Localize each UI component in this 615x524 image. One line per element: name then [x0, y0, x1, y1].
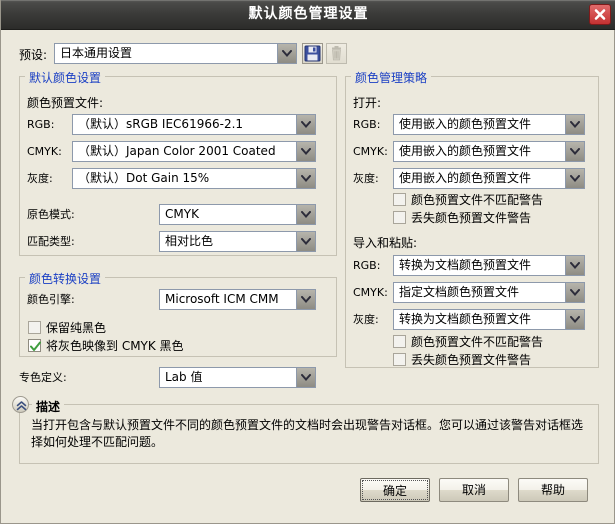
primary-mode-value: CMYK — [165, 207, 199, 221]
open-cmyk-value: 使用嵌入的颜色预置文件 — [399, 144, 532, 158]
checkbox-box — [393, 353, 406, 366]
primary-mode-combo[interactable]: CMYK — [159, 204, 316, 225]
paste-section-label: 导入和粘贴: — [353, 236, 418, 250]
delete-preset-button — [326, 43, 347, 64]
cmyk-profile-value: （默认）Japan Color 2001 Coated — [78, 144, 276, 158]
title-bar: 默认颜色管理设置 — [1, 0, 615, 30]
open-mismatch-warning-label: 颜色预置文件不匹配警告 — [411, 193, 544, 207]
chevron-down-icon[interactable] — [296, 115, 315, 134]
paste-gray-label: 灰度: — [353, 313, 379, 326]
cmyk-profile-combo[interactable]: （默认）Japan Color 2001 Coated — [72, 141, 316, 162]
profiles-label: 颜色预置文件: — [27, 96, 104, 110]
rendering-intent-combo[interactable]: 相对比色 — [159, 231, 316, 252]
chevron-down-icon[interactable] — [565, 310, 584, 329]
spot-color-label: 专色定义: — [19, 371, 67, 384]
checkbox-box — [28, 339, 41, 352]
chevron-down-icon[interactable] — [296, 142, 315, 161]
map-gray-to-cmyk-black-label: 将灰色映像到 CMYK 黑色 — [46, 339, 184, 353]
chevron-down-icon[interactable] — [296, 169, 315, 188]
chevron-down-icon[interactable] — [296, 232, 315, 251]
rendering-intent-label: 匹配类型: — [27, 235, 75, 248]
open-rgb-value: 使用嵌入的颜色预置文件 — [399, 117, 532, 131]
default-color-settings-title: 默认颜色设置 — [25, 69, 106, 86]
rendering-intent-value: 相对比色 — [165, 234, 214, 248]
checkbox-box — [28, 321, 41, 334]
open-gray-label: 灰度: — [353, 172, 379, 185]
checkbox-box — [393, 211, 406, 224]
checkbox-box — [393, 193, 406, 206]
paste-cmyk-label: CMYK: — [353, 286, 388, 299]
description-collapse-button[interactable] — [12, 396, 29, 413]
paste-cmyk-combo[interactable]: 指定文档颜色预置文件 — [393, 282, 585, 303]
paste-gray-value: 转换为文档颜色预置文件 — [399, 312, 532, 326]
spot-color-value: Lab 值 — [165, 370, 203, 384]
chevron-down-icon[interactable] — [296, 205, 315, 224]
preserve-pure-black-label: 保留纯黑色 — [46, 321, 107, 335]
chevron-down-icon[interactable] — [277, 44, 296, 63]
chevron-down-icon[interactable] — [565, 283, 584, 302]
close-button[interactable] — [589, 4, 611, 25]
description-title: 描述 — [32, 398, 65, 415]
open-cmyk-combo[interactable]: 使用嵌入的颜色预置文件 — [393, 141, 585, 162]
ok-button[interactable]: 确定 — [360, 478, 430, 502]
help-button[interactable]: 帮助 — [518, 478, 588, 502]
color-engine-value: Microsoft ICM CMM — [165, 292, 279, 306]
paste-cmyk-value: 指定文档颜色预置文件 — [399, 285, 520, 299]
chevron-down-icon[interactable] — [296, 368, 315, 387]
rgb-profile-combo[interactable]: （默认）sRGB IEC61966-2.1 — [72, 114, 316, 135]
open-rgb-label: RGB: — [353, 118, 381, 131]
paste-rgb-value: 转换为文档颜色预置文件 — [399, 258, 532, 272]
paste-rgb-label: RGB: — [353, 259, 381, 272]
gray-profile-value: （默认）Dot Gain 15% — [78, 171, 210, 185]
preset-value: 日本通用设置 — [60, 46, 133, 60]
open-missing-warning-label: 丢失颜色预置文件警告 — [411, 211, 532, 225]
chevron-down-icon[interactable] — [565, 142, 584, 161]
open-rgb-combo[interactable]: 使用嵌入的颜色预置文件 — [393, 114, 585, 135]
preset-combo[interactable]: 日本通用设置 — [54, 43, 297, 64]
color-policies-title: 颜色管理策略 — [351, 69, 432, 86]
open-cmyk-label: CMYK: — [353, 145, 388, 158]
chevron-down-icon[interactable] — [565, 169, 584, 188]
description-text: 当打开包含与默认预置文件不同的颜色预置文件的文档时会出现警告对话框。您可以通过该… — [31, 418, 584, 449]
chevron-down-icon[interactable] — [296, 290, 315, 309]
paste-gray-combo[interactable]: 转换为文档颜色预置文件 — [393, 309, 585, 330]
ok-button-label: 确定 — [362, 480, 428, 500]
window-title: 默认颜色管理设置 — [248, 6, 369, 22]
color-engine-combo[interactable]: Microsoft ICM CMM — [159, 289, 316, 310]
paste-mismatch-warning-label: 颜色预置文件不匹配警告 — [411, 335, 544, 349]
primary-mode-label: 原色模式: — [27, 208, 75, 221]
rgb-profile-label: RGB: — [27, 118, 55, 131]
open-section-label: 打开: — [353, 96, 382, 110]
gray-profile-combo[interactable]: （默认）Dot Gain 15% — [72, 168, 316, 189]
color-settings-dialog: 默认颜色管理设置 预设: 日本通用设置 默认颜色设置 颜色预置文件: RGB: … — [0, 0, 615, 524]
save-preset-button[interactable] — [302, 43, 323, 64]
chevron-down-icon[interactable] — [565, 256, 584, 275]
cancel-button[interactable]: 取消 — [439, 478, 509, 502]
cmyk-profile-label: CMYK: — [27, 145, 62, 158]
chevron-down-icon[interactable] — [565, 115, 584, 134]
checkbox-box — [393, 335, 406, 348]
open-gray-value: 使用嵌入的颜色预置文件 — [399, 171, 532, 185]
checkmark-icon — [30, 341, 41, 351]
preset-label: 预设: — [19, 48, 48, 62]
open-gray-combo[interactable]: 使用嵌入的颜色预置文件 — [393, 168, 585, 189]
color-engine-label: 颜色引擎: — [27, 293, 75, 306]
gray-profile-label: 灰度: — [27, 172, 53, 185]
paste-rgb-combo[interactable]: 转换为文档颜色预置文件 — [393, 255, 585, 276]
spot-color-combo[interactable]: Lab 值 — [159, 367, 316, 388]
color-conversion-title: 颜色转换设置 — [25, 270, 106, 287]
rgb-profile-value: （默认）sRGB IEC61966-2.1 — [78, 117, 244, 131]
paste-missing-warning-label: 丢失颜色预置文件警告 — [411, 353, 532, 367]
